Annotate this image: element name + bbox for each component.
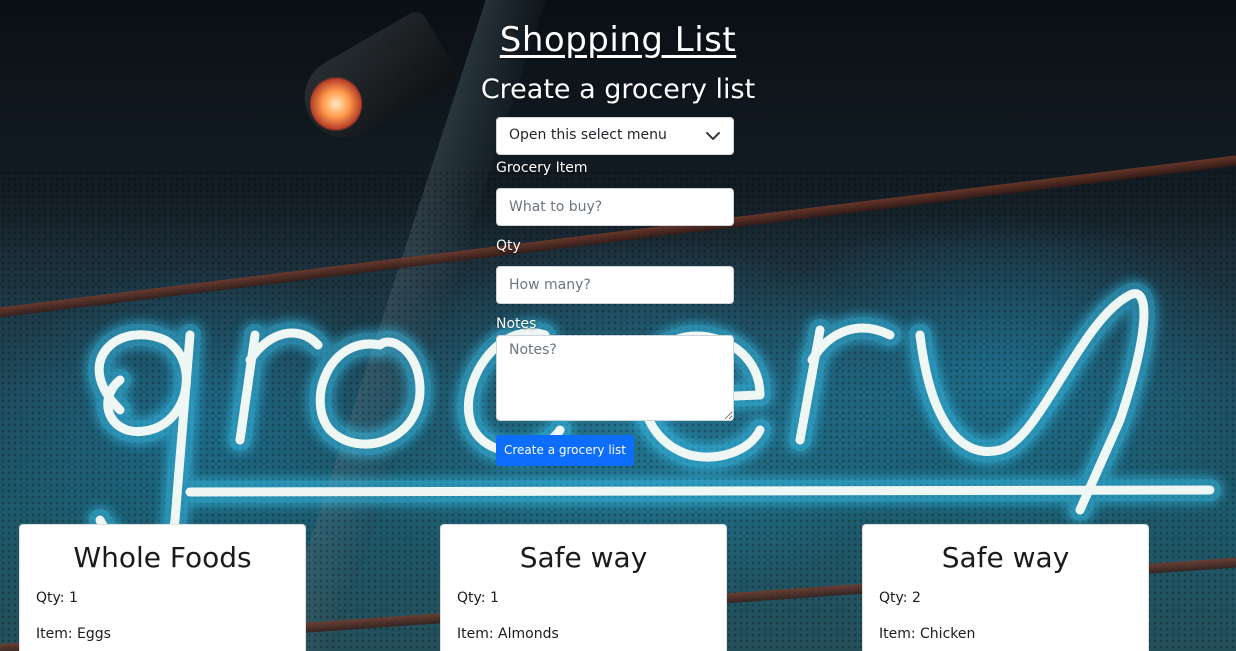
card-store-name: Safe way [519, 541, 648, 574]
notes-textarea[interactable] [496, 335, 734, 421]
card-item: Item: Eggs [36, 626, 111, 642]
form-heading: Create a grocery list [480, 74, 756, 105]
card-store-name: Whole Foods [73, 541, 252, 574]
card-store-name: Safe way [941, 541, 1070, 574]
chevron-down-icon [706, 132, 720, 140]
qty-label: Qty [496, 238, 521, 254]
grocery-item-input[interactable] [496, 188, 734, 226]
card-item: Item: Chicken [879, 626, 976, 642]
qty-input[interactable] [496, 266, 734, 304]
grocery-form: Open this select menu Grocery Item Qty N… [496, 117, 734, 466]
card-item: Item: Almonds [457, 626, 559, 642]
card-qty: Qty: 2 [879, 590, 921, 606]
store-select[interactable]: Open this select menu [496, 117, 734, 155]
notes-label: Notes [496, 316, 537, 332]
grocery-card: Whole Foods Qty: 1 Item: Eggs [19, 524, 306, 651]
page-title: Shopping List [499, 20, 737, 60]
card-qty: Qty: 1 [457, 590, 499, 606]
create-list-button[interactable]: Create a grocery list [496, 435, 634, 466]
grocery-card: Safe way Qty: 2 Item: Chicken [862, 524, 1149, 651]
card-qty: Qty: 1 [36, 590, 78, 606]
grocery-item-label: Grocery Item [496, 160, 588, 176]
grocery-card: Safe way Qty: 1 Item: Almonds [440, 524, 727, 651]
store-select-value: Open this select menu [509, 127, 667, 143]
